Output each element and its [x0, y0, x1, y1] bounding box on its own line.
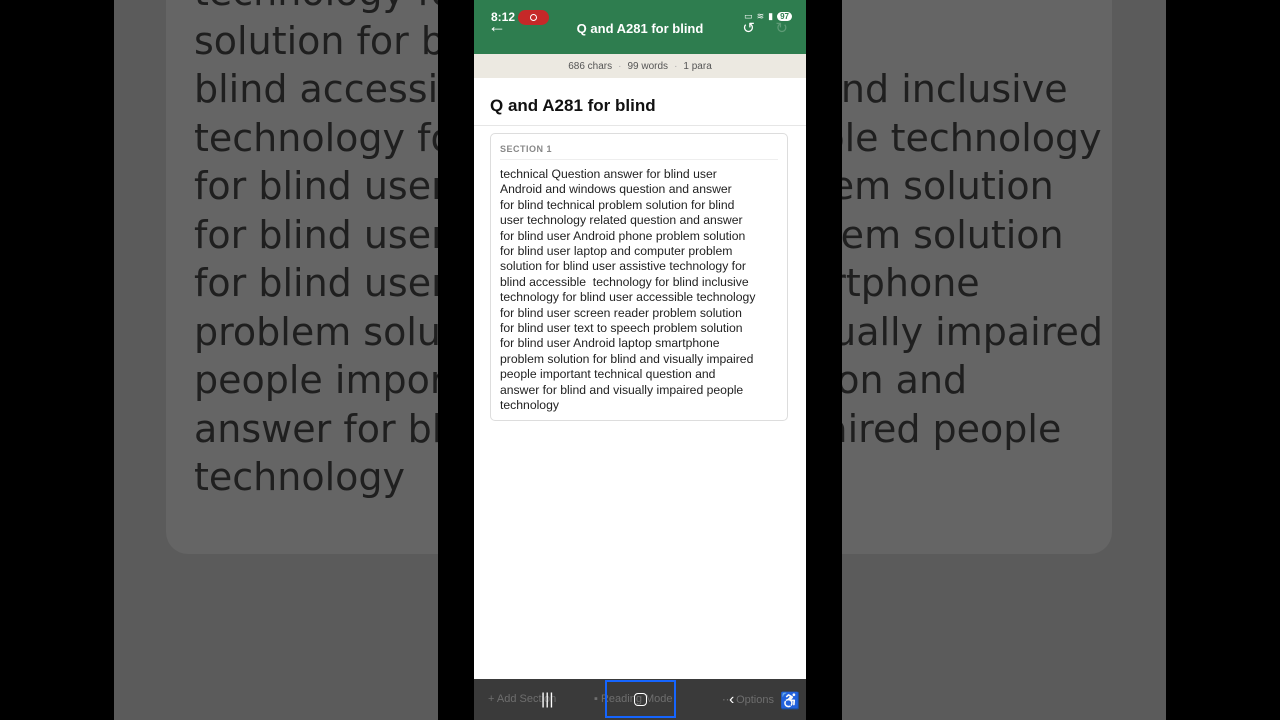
- document-title[interactable]: Q and A281 for blind: [490, 96, 656, 116]
- word-count: 99 words: [627, 60, 669, 72]
- left-letterbox: [438, 0, 474, 720]
- wifi-icon: ≋: [756, 11, 765, 21]
- para-count: 1 para: [683, 60, 712, 72]
- accessibility-icon[interactable]: ♿: [780, 691, 800, 711]
- section-card[interactable]: SECTION 1 technical Question answer for …: [490, 133, 788, 421]
- section-divider: [500, 159, 778, 160]
- right-letterbox: [806, 0, 842, 720]
- options-label: Options: [736, 694, 774, 706]
- section-label: SECTION 1: [500, 144, 553, 154]
- undo-icon[interactable]: ↺: [742, 19, 755, 37]
- app-title: Q and A281 for blind: [576, 21, 704, 36]
- stats-bar: 686 chars · 99 words · 1 para: [474, 54, 806, 78]
- char-count: 686 chars: [568, 60, 613, 72]
- app-bar: 8:12 ← Q and A281 for blind ▭ ≋ ▮ 97 ↺ ↻: [474, 0, 806, 54]
- separator-dot: ·: [618, 60, 622, 72]
- redo-icon[interactable]: ↻: [775, 19, 788, 37]
- home-icon[interactable]: [634, 693, 647, 706]
- phone-screen: 8:12 ← Q and A281 for blind ▭ ≋ ▮ 97 ↺ ↻…: [474, 0, 806, 720]
- nav-back-icon[interactable]: ‹: [729, 691, 734, 709]
- section-text[interactable]: technical Question answer for blind user…: [500, 167, 784, 414]
- recent-apps-icon[interactable]: |||: [541, 691, 553, 709]
- bottom-bar: + Add Section ▪ Reading Mode ⋯ Options |…: [474, 679, 806, 720]
- title-divider: [474, 125, 806, 126]
- separator-dot: ·: [674, 60, 678, 72]
- signal-icon: ▮: [768, 11, 774, 21]
